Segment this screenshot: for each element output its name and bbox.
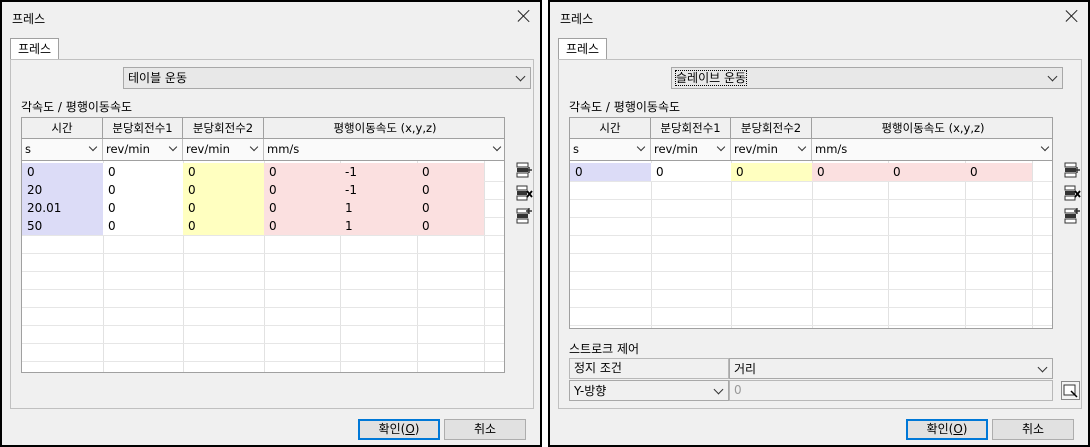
unit-velocity-select[interactable]: mm/s xyxy=(264,139,504,160)
table-cell[interactable]: 0 xyxy=(570,163,651,181)
unit-rpm1-select[interactable]: rev/min xyxy=(103,139,183,160)
dialog-title: 프레스 xyxy=(560,12,594,26)
chevron-down-icon xyxy=(1037,362,1048,373)
table-cell[interactable]: 0 xyxy=(183,163,264,181)
unit-rpm1-select[interactable]: rev/min xyxy=(651,139,731,160)
tab-press[interactable]: 프레스 xyxy=(558,38,607,60)
col-rpm1[interactable]: 분당회전수1 xyxy=(103,118,183,139)
table-cell[interactable]: 0 xyxy=(651,163,731,181)
table-cell[interactable]: 50 xyxy=(22,217,103,235)
unit-row: s rev/min rev/min mm/s xyxy=(570,139,1052,161)
table-cell[interactable]: 0 xyxy=(103,163,183,181)
col-time[interactable]: 시간 xyxy=(570,118,651,139)
insert-row-icon[interactable] xyxy=(1064,162,1081,179)
delete-row-icon[interactable] xyxy=(516,185,533,202)
cancel-button[interactable]: 취소 xyxy=(992,419,1074,440)
velocity-table[interactable]: 시간 분당회전수1 분당회전수2 평행이동속도 (x,y,z) s rev/mi… xyxy=(21,117,505,373)
motion-type-select[interactable]: 슬레이브 운동 xyxy=(671,67,1063,89)
chevron-down-icon xyxy=(88,142,98,152)
col-rpm1[interactable]: 분당회전수1 xyxy=(651,118,731,139)
unit-rpm2-select[interactable]: rev/min xyxy=(731,139,812,160)
chevron-down-icon xyxy=(1047,71,1058,82)
append-row-icon[interactable] xyxy=(1064,208,1081,225)
table-cell[interactable]: 20 xyxy=(22,181,103,199)
press-dialog-right: 프레스 프레스 슬레이브 운동 각속도 / 평행이동속도 시간 분당회전수1 분… xyxy=(548,0,1090,447)
tab-press[interactable]: 프레스 xyxy=(10,38,59,60)
stop-condition-select[interactable]: 거리 xyxy=(729,358,1053,379)
press-dialog-left: 프레스 프레스 테이블 운동 각속도 / 평행이동속도 시간 분당회전수1 분당… xyxy=(0,0,542,447)
unit-rpm2-select[interactable]: rev/min xyxy=(183,139,264,160)
motion-type-value: 슬레이브 운동 xyxy=(674,70,748,86)
velocity-table[interactable]: 시간 분당회전수1 분당회전수2 평행이동속도 (x,y,z) s rev/mi… xyxy=(569,117,1053,329)
chevron-down-icon xyxy=(168,142,178,152)
chevron-down-icon xyxy=(1040,142,1050,152)
table-cell[interactable]: 0 xyxy=(731,163,812,181)
table-cell[interactable]: 0 xyxy=(103,199,183,217)
chevron-down-icon xyxy=(249,142,259,152)
table-cell[interactable]: 0 xyxy=(183,217,264,235)
col-rpm2[interactable]: 분당회전수2 xyxy=(731,118,812,139)
table-cell[interactable]: -1 xyxy=(340,181,417,199)
table-cell[interactable]: 0 xyxy=(264,217,340,235)
motion-type-select[interactable]: 테이블 운동 xyxy=(123,67,531,89)
table-cell[interactable]: 0 xyxy=(183,199,264,217)
velocity-group-label: 각속도 / 평행이동속도 xyxy=(21,100,133,114)
ok-button[interactable]: 확인(O) xyxy=(358,419,440,440)
velocity-group-label: 각속도 / 평행이동속도 xyxy=(569,100,681,114)
table-cell[interactable]: 0 xyxy=(888,163,965,181)
unit-row: s rev/min rev/min mm/s xyxy=(22,139,504,161)
table-cell[interactable]: 0 xyxy=(103,217,183,235)
chevron-down-icon xyxy=(636,142,646,152)
close-icon[interactable] xyxy=(516,8,532,24)
unit-time-select[interactable]: s xyxy=(22,139,103,160)
unit-velocity-select[interactable]: mm/s xyxy=(812,139,1052,160)
table-cell[interactable]: 0 xyxy=(812,163,888,181)
chevron-down-icon xyxy=(713,384,724,395)
table-cell[interactable]: -1 xyxy=(340,163,417,181)
ok-button[interactable]: 확인(O) xyxy=(906,419,988,440)
chevron-down-icon xyxy=(515,71,526,82)
chevron-down-icon xyxy=(492,142,502,152)
table-header: 시간 분당회전수1 분당회전수2 평행이동속도 (x,y,z) xyxy=(22,118,504,139)
delete-row-icon[interactable] xyxy=(1064,185,1081,202)
chevron-down-icon xyxy=(797,142,807,152)
table-cell[interactable]: 0 xyxy=(183,181,264,199)
col-velocity[interactable]: 평행이동속도 (x,y,z) xyxy=(264,118,504,139)
table-cell[interactable]: 0 xyxy=(103,181,183,199)
table-cell[interactable]: 20.01 xyxy=(22,199,103,217)
stroke-value-input[interactable]: 0 xyxy=(729,380,1053,401)
table-cell[interactable]: 0 xyxy=(965,163,1032,181)
table-cell[interactable]: 0 xyxy=(417,163,484,181)
unit-time-select[interactable]: s xyxy=(570,139,651,160)
col-time[interactable]: 시간 xyxy=(22,118,103,139)
col-velocity[interactable]: 평행이동속도 (x,y,z) xyxy=(812,118,1052,139)
table-cell[interactable]: 1 xyxy=(340,217,417,235)
insert-row-icon[interactable] xyxy=(516,162,533,179)
table-cell[interactable]: 0 xyxy=(264,163,340,181)
table-cell[interactable]: 0 xyxy=(22,163,103,181)
table-cell[interactable]: 0 xyxy=(264,181,340,199)
table-header: 시간 분당회전수1 분당회전수2 평행이동속도 (x,y,z) xyxy=(570,118,1052,139)
tab-panel: 테이블 운동 각속도 / 평행이동속도 시간 분당회전수1 분당회전수2 평행이… xyxy=(10,59,534,409)
stroke-group-label: 스트로크 제어 xyxy=(569,342,640,356)
table-cell[interactable]: 0 xyxy=(417,181,484,199)
cancel-button[interactable]: 취소 xyxy=(444,419,526,440)
table-cell[interactable]: 0 xyxy=(417,217,484,235)
motion-type-value: 테이블 운동 xyxy=(128,71,188,85)
append-row-icon[interactable] xyxy=(516,208,533,225)
close-icon[interactable] xyxy=(1064,8,1080,24)
direction-select[interactable]: Y-방향 xyxy=(569,380,729,401)
chevron-down-icon xyxy=(716,142,726,152)
tab-panel: 슬레이브 운동 각속도 / 평행이동속도 시간 분당회전수1 분당회전수2 평행… xyxy=(558,59,1082,409)
pick-icon[interactable] xyxy=(1061,381,1080,400)
col-rpm2[interactable]: 분당회전수2 xyxy=(183,118,264,139)
table-cell[interactable]: 1 xyxy=(340,199,417,217)
stop-condition-label: 정지 조건 xyxy=(569,358,729,379)
table-cell[interactable]: 0 xyxy=(264,199,340,217)
dialog-title: 프레스 xyxy=(12,12,46,26)
table-cell[interactable]: 0 xyxy=(417,199,484,217)
